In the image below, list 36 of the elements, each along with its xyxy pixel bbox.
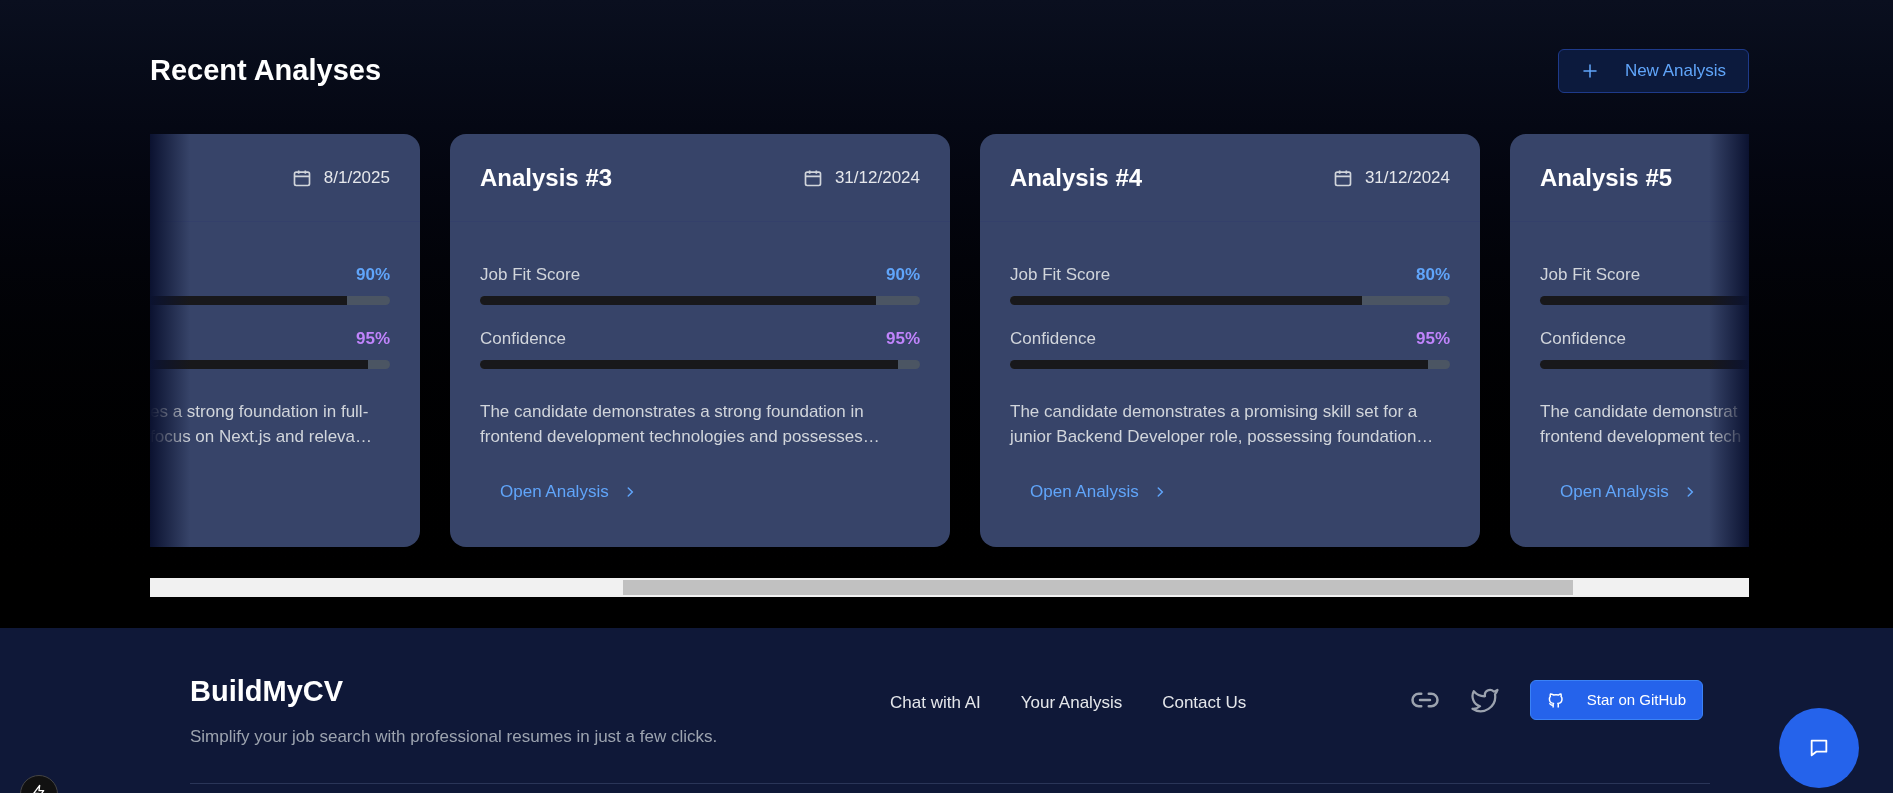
metric-value: 80% xyxy=(1415,264,1450,287)
card-title: Analysis #4 xyxy=(1010,162,1143,193)
metric-label: Confidence xyxy=(1540,328,1626,351)
metric-value: 95% xyxy=(885,328,920,351)
scrollbar[interactable] xyxy=(150,578,1749,597)
date-text: 8/1/2025 xyxy=(323,166,390,189)
brand-name: BuildMyCV xyxy=(190,674,345,709)
chat-icon xyxy=(1808,737,1830,759)
metric-label: Job Fit Score xyxy=(1540,264,1641,287)
metric-value: 95% xyxy=(1415,328,1450,351)
footer-link[interactable]: Contact Us xyxy=(1162,690,1247,716)
description-text: The candidate demonstrat frontend development tech xyxy=(1540,401,1743,448)
card-title: Analysis #3 xyxy=(480,162,613,193)
metric-label: Job Fit Score xyxy=(480,264,581,287)
open-analysis-link[interactable]: Open Analysis xyxy=(1030,479,1167,505)
metric-label: Job Fit Score xyxy=(1010,264,1111,287)
open-analysis-link[interactable]: Open Analysis xyxy=(1560,479,1697,505)
metric-value: 90% xyxy=(355,264,390,287)
section-title: Recent Analyses xyxy=(150,53,382,89)
open-analysis-link[interactable]: Open Analysis xyxy=(500,479,637,505)
footer-link[interactable]: Your Analysis xyxy=(1020,690,1123,716)
tagline: Simplify your job search with professional resumes in just a few clicks. xyxy=(190,725,719,748)
card-title: Analysis #5 xyxy=(1540,162,1673,193)
metric-label: Confidence xyxy=(1010,328,1096,351)
description-text: The candidate demonstrates a promising skill set for a junior Backend Developer role, possessing foundation… xyxy=(1010,401,1435,448)
github-button[interactable]: Star on GitHub xyxy=(1529,680,1703,720)
footer-link[interactable]: Chat with AI xyxy=(890,690,981,716)
metric-value: 95% xyxy=(355,328,390,351)
github-icon xyxy=(1546,691,1565,709)
metric-value: 90% xyxy=(885,264,920,287)
date-text: 31/12/2024 xyxy=(834,166,920,189)
date-text: 31/12/2024 xyxy=(1364,166,1450,189)
plus-icon xyxy=(1580,62,1599,80)
metric-label: Confidence xyxy=(480,328,566,351)
description-text: The candidate demonstrates a strong foundation in frontend development technologies and possesses… xyxy=(480,401,881,448)
new-analysis-button[interactable]: New Analysis xyxy=(1557,49,1749,93)
